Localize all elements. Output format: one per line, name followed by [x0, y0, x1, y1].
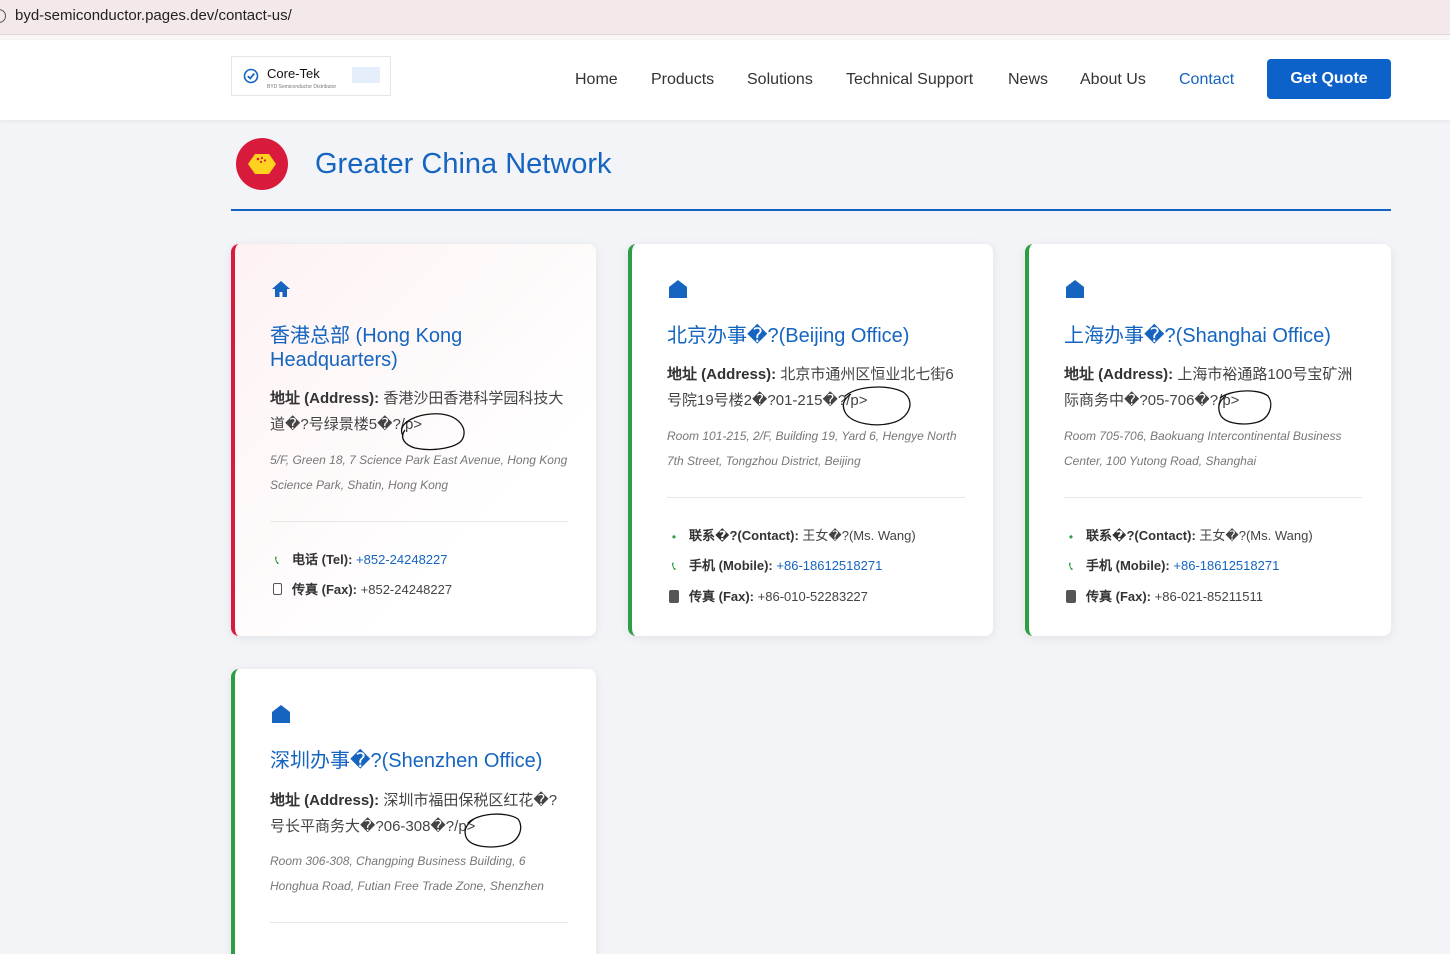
fax-icon [667, 589, 681, 606]
person-icon: • [1068, 529, 1074, 544]
office-address-cn: 地址 (Address): 北京市通州区恒业北七街6号院19号楼2�?01-21… [667, 362, 962, 414]
fax-label: 传真 (Fax): [292, 582, 358, 597]
office-title: 北京办事�?(Beijing Office) [667, 325, 910, 347]
contact-label: 联系�?(Contact): [689, 528, 799, 543]
office-title: 深圳办事�?(Shenzhen Office) [270, 750, 543, 772]
mobile-link[interactable]: +86-18612518271 [1173, 558, 1279, 573]
person-icon: • [671, 529, 677, 544]
office-address-en: Room 705-706, Baokuang Intercontinental … [1064, 429, 1342, 468]
fax-icon [270, 583, 284, 598]
annotation-circle [842, 386, 911, 426]
site-info-icon[interactable] [0, 9, 6, 23]
address-label: 地址 (Address): [667, 366, 777, 383]
office-card-beijing: 北京办事�?(Beijing Office) 地址 (Address): 北京市… [628, 244, 993, 636]
contact-row: • 联系�?(Contact): 王女�?(Ms. Wang) [1064, 525, 1313, 544]
contact-value: 王女�?(Ms. Wang) [802, 528, 916, 543]
nav-solutions[interactable]: Solutions [747, 71, 813, 89]
building-icon [272, 705, 290, 723]
section-divider [231, 209, 1391, 211]
office-card-shenzhen: 深圳办事�?(Shenzhen Office) 地址 (Address): 深圳… [231, 669, 596, 954]
nav-about-us[interactable]: About Us [1080, 71, 1146, 89]
annotation-circle [1218, 390, 1272, 425]
mobile-label: 手机 (Mobile): [689, 558, 773, 573]
fax-value: +86-010-52283227 [757, 589, 868, 604]
nav-home[interactable]: Home [575, 71, 618, 89]
tel-label: 电话 (Tel): [292, 552, 353, 567]
browser-address-bar[interactable]: byd-semiconductor.pages.dev/contact-us/ [0, 0, 1450, 35]
fax-label: 传真 (Fax): [689, 589, 755, 604]
contact-label: 联系�?(Contact): [1086, 528, 1196, 543]
logo-mark [352, 67, 380, 83]
mobile-link[interactable]: +86-18612518271 [776, 558, 882, 573]
site-header: Core-Tek BYD Semiconductor Distributor H… [0, 40, 1450, 120]
home-icon [272, 281, 290, 297]
office-address-cn: 地址 (Address): 上海市裕通路100号宝矿洲际商务中�?05-706�… [1064, 362, 1359, 414]
contact-value: 王女�?(Ms. Wang) [1199, 528, 1313, 543]
building-icon [669, 280, 687, 298]
phone-icon: 📞︎ [671, 559, 677, 574]
phone-icon: 📞︎ [274, 553, 280, 568]
contact-row: • 联系�?(Contact): 王女�?(Ms. Wang) [667, 525, 916, 544]
office-title: 香港总部 (Hong Kong Headquarters) [270, 325, 463, 371]
address-label: 地址 (Address): [270, 390, 380, 407]
fax-row: 传真 (Fax): +852-24248227 [270, 579, 452, 598]
address-label: 地址 (Address): [1064, 366, 1174, 383]
china-flag-icon [236, 138, 288, 190]
office-address-en: Room 101-215, 2/F, Building 19, Yard 6, … [667, 429, 957, 468]
mobile-label: 手机 (Mobile): [1086, 558, 1170, 573]
office-address-en: Room 306-308, Changping Business Buildin… [270, 854, 544, 893]
fax-icon [1064, 589, 1078, 606]
annotation-circle [464, 813, 522, 848]
section-title: Greater China Network [315, 148, 612, 180]
office-title: 上海办事�?(Shanghai Office) [1064, 325, 1331, 347]
tel-link[interactable]: +852-24248227 [356, 552, 447, 567]
card-divider [270, 922, 568, 923]
site-logo[interactable]: Core-Tek BYD Semiconductor Distributor [231, 56, 391, 96]
nav-contact[interactable]: Contact [1179, 71, 1234, 89]
address-label: 地址 (Address): [270, 792, 380, 809]
fax-row: 传真 (Fax): +86-010-52283227 [667, 586, 868, 606]
logo-brand: Core-Tek [267, 66, 320, 81]
nav-technical-support[interactable]: Technical Support [846, 71, 973, 89]
logo-tagline: BYD Semiconductor Distributor [267, 84, 337, 90]
card-divider [667, 497, 965, 498]
office-card-shanghai: 上海办事�?(Shanghai Office) 地址 (Address): 上海… [1025, 244, 1391, 636]
annotation-circle [400, 413, 465, 451]
fax-label: 传真 (Fax): [1086, 589, 1152, 604]
fax-row: 传真 (Fax): +86-021-85211511 [1064, 586, 1263, 606]
fax-value: +86-021-85211511 [1154, 589, 1263, 604]
mobile-row: 📞︎ 手机 (Mobile): +86-18612518271 [667, 555, 882, 574]
fax-value: +852-24248227 [360, 582, 453, 597]
card-divider [1064, 497, 1362, 498]
check-circle-icon [243, 68, 259, 84]
office-card-hong-kong: 香港总部 (Hong Kong Headquarters) 地址 (Addres… [231, 244, 596, 636]
nav-news[interactable]: News [1008, 71, 1048, 89]
mobile-row: 📞︎ 手机 (Mobile): +86-18612518271 [1064, 555, 1279, 574]
nav-products[interactable]: Products [651, 71, 714, 89]
phone-icon: 📞︎ [1068, 559, 1074, 574]
url-text[interactable]: byd-semiconductor.pages.dev/contact-us/ [15, 7, 292, 24]
get-quote-button[interactable]: Get Quote [1267, 59, 1391, 99]
building-icon [1066, 280, 1084, 298]
office-address-en: 5/F, Green 18, 7 Science Park East Avenu… [270, 453, 568, 492]
card-divider [270, 521, 568, 522]
tel-row: 📞︎ 电话 (Tel): +852-24248227 [270, 549, 448, 568]
